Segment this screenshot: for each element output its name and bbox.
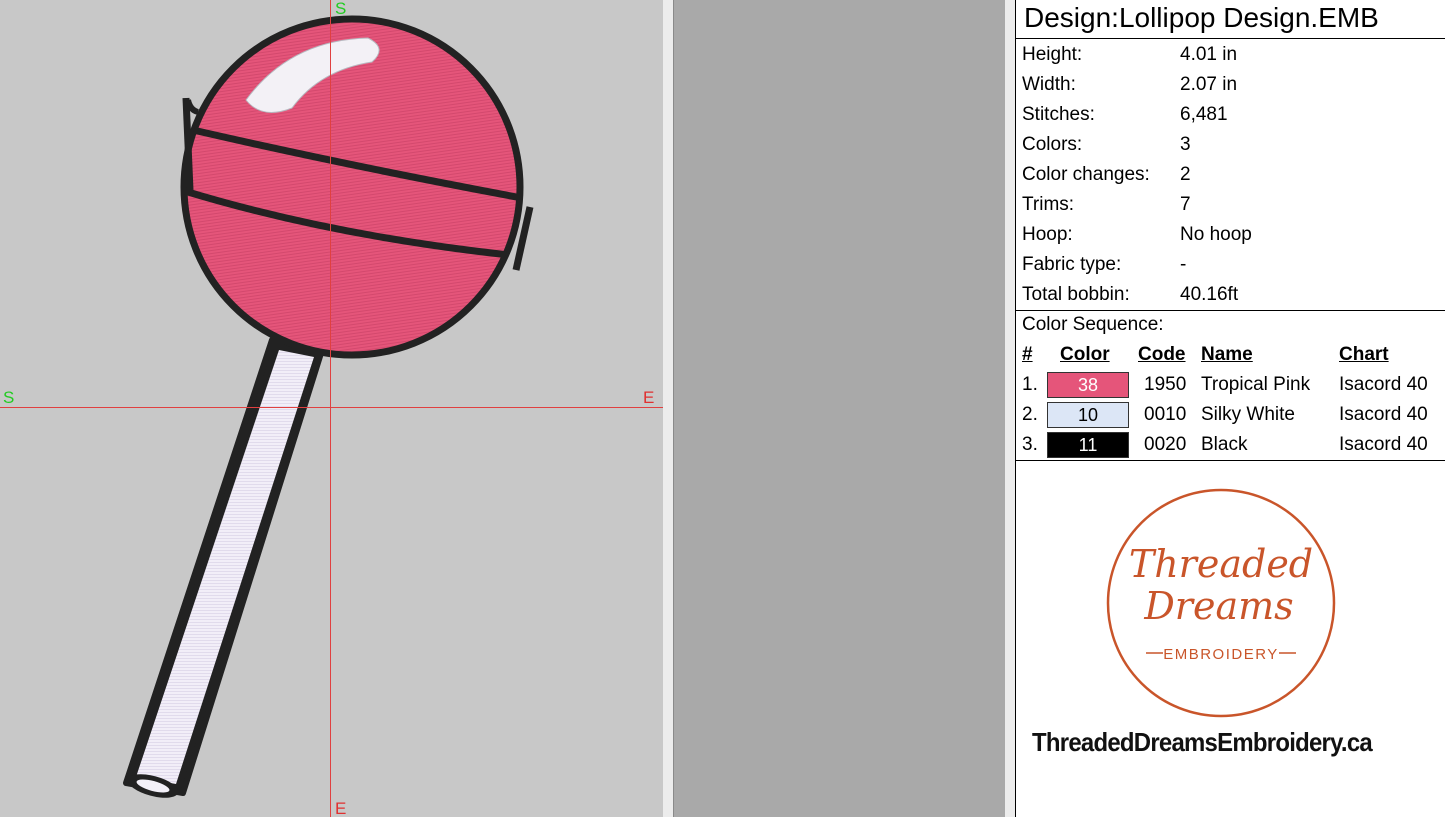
design-canvas[interactable]: S E S E [0, 0, 663, 817]
divider [1016, 38, 1445, 39]
col-header-chart: Chart [1339, 344, 1389, 365]
color-name: Black [1201, 434, 1248, 455]
color-changes-value: 2 [1180, 164, 1191, 185]
trims-value: 7 [1180, 194, 1191, 215]
color-swatch-white: 10 [1047, 402, 1129, 428]
colors-value: 3 [1180, 134, 1191, 155]
color-chart: Isacord 40 [1339, 374, 1428, 395]
fabric-type-value: - [1180, 254, 1187, 275]
color-changes-label: Color changes: [1022, 164, 1150, 185]
height-value: 4.01 in [1180, 44, 1238, 65]
vertical-axis [330, 0, 331, 817]
color-code: 0010 [1144, 404, 1187, 425]
logo-text-threaded: Threaded [1129, 542, 1313, 586]
width-label: Width: [1022, 74, 1076, 95]
stitches-label: Stitches: [1022, 104, 1095, 125]
total-bobbin-value: 40.16ft [1180, 284, 1239, 305]
hoop-value: No hoop [1180, 224, 1252, 245]
total-bobbin-label: Total bobbin: [1022, 284, 1130, 305]
axis-label-left: S [3, 388, 15, 407]
design-info-panel: Design:Lollipop Design.EMB Height: 4.01 … [1015, 0, 1445, 817]
color-swatch-pink: 38 [1047, 372, 1129, 398]
axis-label-bottom: E [335, 799, 347, 817]
col-header-num: # [1022, 344, 1033, 365]
color-code: 1950 [1144, 374, 1187, 395]
lollipop-design [123, 15, 534, 798]
color-chart: Isacord 40 [1339, 404, 1428, 425]
axis-label-right: E [643, 388, 655, 407]
color-swatch-black: 11 [1047, 432, 1129, 458]
design-title: Design:Lollipop Design.EMB [1024, 2, 1379, 33]
color-name: Silky White [1201, 404, 1295, 425]
website-text: ThreadedDreamsEmbroidery.ca [1032, 727, 1373, 757]
col-header-color: Color [1060, 344, 1110, 365]
color-row-num: 1. [1022, 374, 1038, 395]
color-name: Tropical Pink [1201, 374, 1311, 395]
color-sequence-label: Color Sequence: [1022, 314, 1164, 335]
hoop-label: Hoop: [1022, 224, 1073, 245]
divider [1016, 310, 1445, 311]
axis-label-top: S [335, 0, 347, 18]
logo-text-dreams: Dreams [1143, 584, 1293, 628]
trims-label: Trims: [1022, 194, 1075, 215]
splitter-right[interactable] [1005, 0, 1015, 817]
col-header-code: Code [1138, 344, 1186, 365]
color-row-num: 2. [1022, 404, 1038, 425]
logo-text-embroidery: EMBROIDERY [1163, 646, 1279, 663]
color-chart: Isacord 40 [1339, 434, 1428, 455]
divider [1016, 460, 1445, 461]
empty-preview-area [673, 0, 1006, 817]
colors-label: Colors: [1022, 134, 1083, 155]
stick-fill [136, 350, 314, 784]
height-label: Height: [1022, 44, 1083, 65]
col-header-name: Name [1201, 344, 1253, 365]
threaded-dreams-logo: Threaded Dreams EMBROIDERY [1106, 488, 1336, 718]
color-code: 0020 [1144, 434, 1187, 455]
stitches-value: 6,481 [1180, 104, 1228, 125]
color-row-num: 3. [1022, 434, 1038, 455]
width-value: 2.07 in [1180, 74, 1238, 95]
fabric-type-label: Fabric type: [1022, 254, 1122, 275]
horizontal-axis [0, 407, 663, 408]
splitter[interactable] [663, 0, 673, 817]
